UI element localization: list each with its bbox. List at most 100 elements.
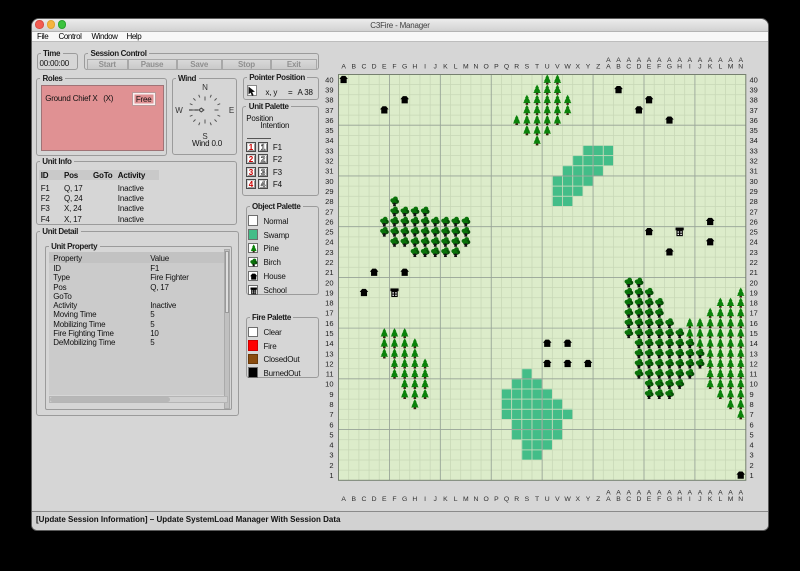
svg-text:2: 2 xyxy=(750,461,754,470)
svg-text:35: 35 xyxy=(750,126,758,135)
svg-text:Q: Q xyxy=(504,63,509,70)
svg-text:16: 16 xyxy=(750,319,758,328)
svg-text:B: B xyxy=(616,63,621,70)
svg-text:Q: Q xyxy=(504,496,509,503)
svg-text:26: 26 xyxy=(750,217,758,226)
svg-text:B: B xyxy=(351,496,356,503)
svg-text:N: N xyxy=(738,496,743,503)
svg-text:5: 5 xyxy=(329,430,333,439)
svg-text:J: J xyxy=(434,496,437,503)
svg-text:D: D xyxy=(636,63,641,70)
svg-text:W: W xyxy=(564,496,571,503)
svg-text:13: 13 xyxy=(750,349,758,358)
svg-text:33: 33 xyxy=(325,146,333,155)
svg-text:G: G xyxy=(402,63,407,70)
svg-text:31: 31 xyxy=(325,167,333,176)
svg-text:23: 23 xyxy=(325,248,333,257)
svg-text:A: A xyxy=(647,57,652,64)
svg-text:L: L xyxy=(718,63,722,70)
svg-text:36: 36 xyxy=(750,116,758,125)
svg-text:A: A xyxy=(738,57,743,64)
svg-text:X: X xyxy=(576,496,581,503)
svg-text:O: O xyxy=(484,63,489,70)
svg-text:R: R xyxy=(514,496,519,503)
svg-text:A: A xyxy=(718,489,723,496)
svg-text:25: 25 xyxy=(325,228,333,237)
svg-text:I: I xyxy=(689,496,691,503)
svg-text:H: H xyxy=(412,496,417,503)
svg-text:P: P xyxy=(494,63,499,70)
svg-text:4: 4 xyxy=(329,441,333,450)
svg-text:23: 23 xyxy=(750,248,758,257)
svg-text:18: 18 xyxy=(750,299,758,308)
svg-text:J: J xyxy=(698,63,701,70)
svg-text:J: J xyxy=(434,63,437,70)
svg-text:28: 28 xyxy=(325,197,333,206)
svg-text:24: 24 xyxy=(750,238,758,247)
svg-text:20: 20 xyxy=(750,278,758,287)
svg-text:U: U xyxy=(545,496,550,503)
svg-text:K: K xyxy=(443,496,448,503)
svg-text:31: 31 xyxy=(750,167,758,176)
svg-text:14: 14 xyxy=(325,339,333,348)
svg-text:B: B xyxy=(351,63,356,70)
svg-text:M: M xyxy=(728,496,734,503)
svg-text:12: 12 xyxy=(325,359,333,368)
svg-text:D: D xyxy=(372,63,377,70)
svg-text:19: 19 xyxy=(325,288,333,297)
svg-text:29: 29 xyxy=(325,187,333,196)
svg-text:27: 27 xyxy=(750,207,758,216)
svg-text:A: A xyxy=(637,57,642,64)
svg-text:G: G xyxy=(667,496,672,503)
svg-text:8: 8 xyxy=(329,400,333,409)
svg-text:F: F xyxy=(657,496,661,503)
svg-text:A: A xyxy=(738,489,743,496)
svg-text:22: 22 xyxy=(325,258,333,267)
svg-text:M: M xyxy=(463,496,469,503)
svg-text:15: 15 xyxy=(750,329,758,338)
svg-text:32: 32 xyxy=(325,157,333,166)
svg-text:S: S xyxy=(525,496,530,503)
svg-text:A: A xyxy=(708,489,713,496)
svg-text:A: A xyxy=(341,63,346,70)
svg-text:28: 28 xyxy=(750,197,758,206)
svg-text:A: A xyxy=(688,489,693,496)
svg-text:K: K xyxy=(708,496,713,503)
svg-text:10: 10 xyxy=(750,380,758,389)
svg-text:A: A xyxy=(606,63,611,70)
svg-text:8: 8 xyxy=(750,400,754,409)
svg-text:Z: Z xyxy=(596,496,600,503)
svg-text:F: F xyxy=(392,63,396,70)
svg-text:K: K xyxy=(708,63,713,70)
svg-text:Y: Y xyxy=(586,63,591,70)
svg-text:A: A xyxy=(667,57,672,64)
svg-text:36: 36 xyxy=(325,116,333,125)
svg-text:10: 10 xyxy=(325,380,333,389)
svg-text:A: A xyxy=(677,57,682,64)
svg-text:M: M xyxy=(463,63,469,70)
svg-text:29: 29 xyxy=(750,187,758,196)
svg-text:34: 34 xyxy=(325,136,333,145)
svg-text:T: T xyxy=(535,496,539,503)
svg-text:X: X xyxy=(576,63,581,70)
svg-text:21: 21 xyxy=(750,268,758,277)
svg-text:H: H xyxy=(677,63,682,70)
svg-text:18: 18 xyxy=(325,299,333,308)
svg-text:A: A xyxy=(728,57,733,64)
svg-text:4: 4 xyxy=(750,441,754,450)
svg-text:26: 26 xyxy=(325,217,333,226)
svg-text:A: A xyxy=(606,57,611,64)
svg-text:7: 7 xyxy=(329,410,333,419)
svg-text:V: V xyxy=(555,496,560,503)
svg-text:A: A xyxy=(616,57,621,64)
svg-text:C: C xyxy=(361,496,366,503)
svg-text:2: 2 xyxy=(329,461,333,470)
svg-text:E: E xyxy=(382,496,387,503)
svg-text:W: W xyxy=(564,63,571,70)
svg-text:N: N xyxy=(474,63,479,70)
svg-text:14: 14 xyxy=(750,339,758,348)
svg-text:H: H xyxy=(412,63,417,70)
svg-text:17: 17 xyxy=(750,309,758,318)
svg-text:A: A xyxy=(698,489,703,496)
svg-text:A: A xyxy=(688,57,693,64)
